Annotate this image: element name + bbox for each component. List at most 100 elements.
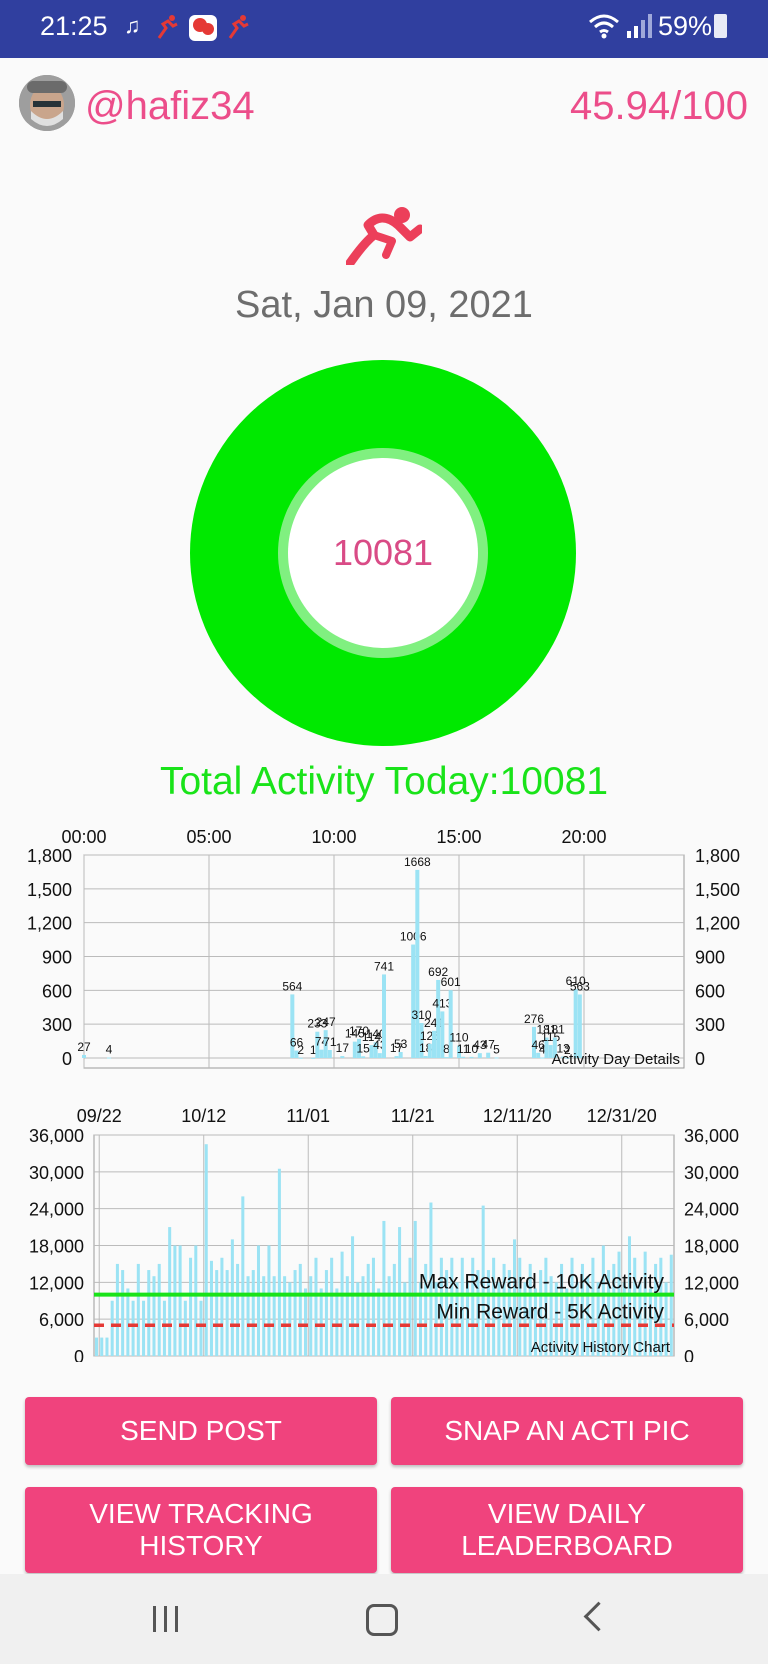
history-bar bbox=[136, 1263, 140, 1356]
y-tick-label-left: 6,000 bbox=[39, 1310, 84, 1330]
avatar[interactable] bbox=[19, 75, 75, 131]
chart-title: Activity Day Details bbox=[552, 1051, 680, 1068]
day-bar-label: 247 bbox=[316, 1015, 336, 1029]
activity-ring: 10081 bbox=[190, 360, 576, 746]
recent-apps-icon[interactable] bbox=[153, 1606, 179, 1632]
history-bar bbox=[110, 1300, 114, 1356]
history-bar bbox=[345, 1276, 349, 1356]
y-tick-label-right: 6,000 bbox=[684, 1310, 729, 1330]
history-bar bbox=[189, 1257, 193, 1356]
activity-day-chart: 1,800 1,800 1,500 1,500 1,200 1,200 900 900 600 6… bbox=[27, 827, 740, 1069]
day-bar-label: 564 bbox=[282, 979, 302, 993]
y-tick-label-left: 24,000 bbox=[29, 1200, 84, 1220]
history-bar bbox=[392, 1263, 396, 1356]
app-icon bbox=[189, 15, 217, 41]
music-note-icon: ♫ bbox=[124, 13, 141, 38]
history-bar bbox=[413, 1220, 417, 1356]
y-tick-label-left: 0 bbox=[62, 1049, 72, 1069]
history-bar bbox=[256, 1245, 261, 1356]
y-tick-label-left: 1,800 bbox=[27, 846, 72, 866]
day-bar-label: 181 bbox=[545, 1023, 565, 1037]
view-daily-leaderboard-button[interactable]: VIEW DAILY LEADERBOARD bbox=[391, 1487, 743, 1573]
history-bar bbox=[157, 1263, 161, 1356]
history-bar bbox=[366, 1263, 370, 1356]
home-icon[interactable] bbox=[366, 1604, 398, 1636]
history-bar bbox=[267, 1245, 271, 1356]
day-bar bbox=[477, 1053, 482, 1058]
day-bar-label: 563 bbox=[570, 980, 590, 994]
day-bar bbox=[427, 1043, 432, 1058]
day-bar bbox=[494, 1057, 499, 1059]
x-tick-label: 00:00 bbox=[61, 827, 106, 847]
day-bar-label: 1006 bbox=[400, 930, 427, 944]
snap-acti-pic-button[interactable]: SNAP AN ACTI PIC bbox=[391, 1397, 743, 1465]
day-bar bbox=[398, 1052, 403, 1058]
day-bar-label: 741 bbox=[374, 959, 394, 973]
history-bar bbox=[131, 1300, 135, 1356]
y-tick-label-right: 24,000 bbox=[684, 1200, 739, 1220]
runner-icon bbox=[346, 207, 422, 265]
x-tick-label: 10:00 bbox=[311, 827, 356, 847]
history-bar bbox=[183, 1300, 187, 1356]
day-bar bbox=[319, 1049, 324, 1058]
history-bar bbox=[168, 1227, 172, 1356]
day-bar bbox=[382, 974, 386, 1058]
day-bar bbox=[448, 990, 453, 1058]
day-bar-label: 4 bbox=[106, 1043, 113, 1057]
history-bar bbox=[309, 1276, 313, 1356]
history-bar bbox=[100, 1337, 104, 1356]
day-bar-label: 1668 bbox=[404, 855, 431, 869]
signal-icon bbox=[627, 14, 652, 38]
day-bar bbox=[311, 1057, 316, 1059]
max-reward-label: Max Reward - 10K Activity bbox=[419, 1271, 665, 1294]
day-bar bbox=[469, 1056, 474, 1058]
day-bar bbox=[298, 1057, 303, 1059]
score: 45.94/100 bbox=[570, 84, 748, 128]
x-tick-label: 11/01 bbox=[286, 1106, 330, 1126]
history-bar bbox=[121, 1270, 125, 1356]
day-bar bbox=[107, 1057, 111, 1059]
history-bar bbox=[126, 1288, 130, 1356]
y-tick-label-left: 1,500 bbox=[27, 880, 72, 900]
history-bar bbox=[408, 1257, 412, 1356]
day-bar bbox=[444, 1057, 449, 1059]
history-bar bbox=[340, 1251, 344, 1356]
current-date: Sat, Jan 09, 2021 bbox=[235, 284, 533, 326]
history-bar bbox=[162, 1300, 166, 1356]
day-bar-label: 601 bbox=[441, 975, 461, 989]
y-tick-label-right: 600 bbox=[695, 981, 725, 1001]
navigation-bar bbox=[0, 1574, 768, 1664]
view-tracking-history-button[interactable]: VIEW TRACKING HISTORY bbox=[25, 1487, 377, 1573]
history-bar bbox=[95, 1337, 99, 1356]
history-bar bbox=[178, 1245, 182, 1356]
y-tick-label-right: 300 bbox=[695, 1015, 725, 1035]
history-bar bbox=[142, 1300, 146, 1356]
status-bar: 21:25 ♫ 59% bbox=[0, 0, 768, 58]
history-bar bbox=[246, 1276, 250, 1356]
activity-value: 10081 bbox=[332, 532, 434, 573]
history-bar bbox=[277, 1168, 281, 1356]
day-bar bbox=[394, 1056, 399, 1058]
history-bar bbox=[283, 1276, 287, 1356]
total-activity-label: Total Activity Today:10081 bbox=[159, 760, 609, 803]
history-bar bbox=[330, 1257, 334, 1356]
history-bar bbox=[314, 1257, 318, 1356]
history-bar bbox=[115, 1263, 119, 1356]
username[interactable]: @hafiz34 bbox=[85, 84, 255, 129]
x-tick-label: 15:00 bbox=[436, 827, 481, 847]
history-bar bbox=[251, 1270, 255, 1356]
x-tick-label: 12/31/20 bbox=[587, 1106, 657, 1126]
history-bar bbox=[382, 1220, 386, 1356]
back-icon[interactable] bbox=[583, 1601, 614, 1632]
y-tick-label-right: 1,500 bbox=[695, 880, 740, 900]
x-tick-label: 12/11/20 bbox=[483, 1106, 552, 1126]
history-bar bbox=[387, 1276, 391, 1356]
send-post-button[interactable]: SEND POST bbox=[25, 1397, 377, 1465]
day-bar-label: 2 bbox=[297, 1043, 304, 1057]
history-bar bbox=[298, 1263, 302, 1356]
activity-history-chart: 36,000 36,000 30,000 30,000 24,000 24,000 18,0… bbox=[29, 1106, 739, 1362]
y-tick-label-left: 36,000 bbox=[29, 1126, 84, 1146]
min-reward-label: Min Reward - 5K Activity bbox=[436, 1300, 664, 1323]
history-bar bbox=[361, 1276, 365, 1356]
history-bar bbox=[262, 1276, 266, 1356]
